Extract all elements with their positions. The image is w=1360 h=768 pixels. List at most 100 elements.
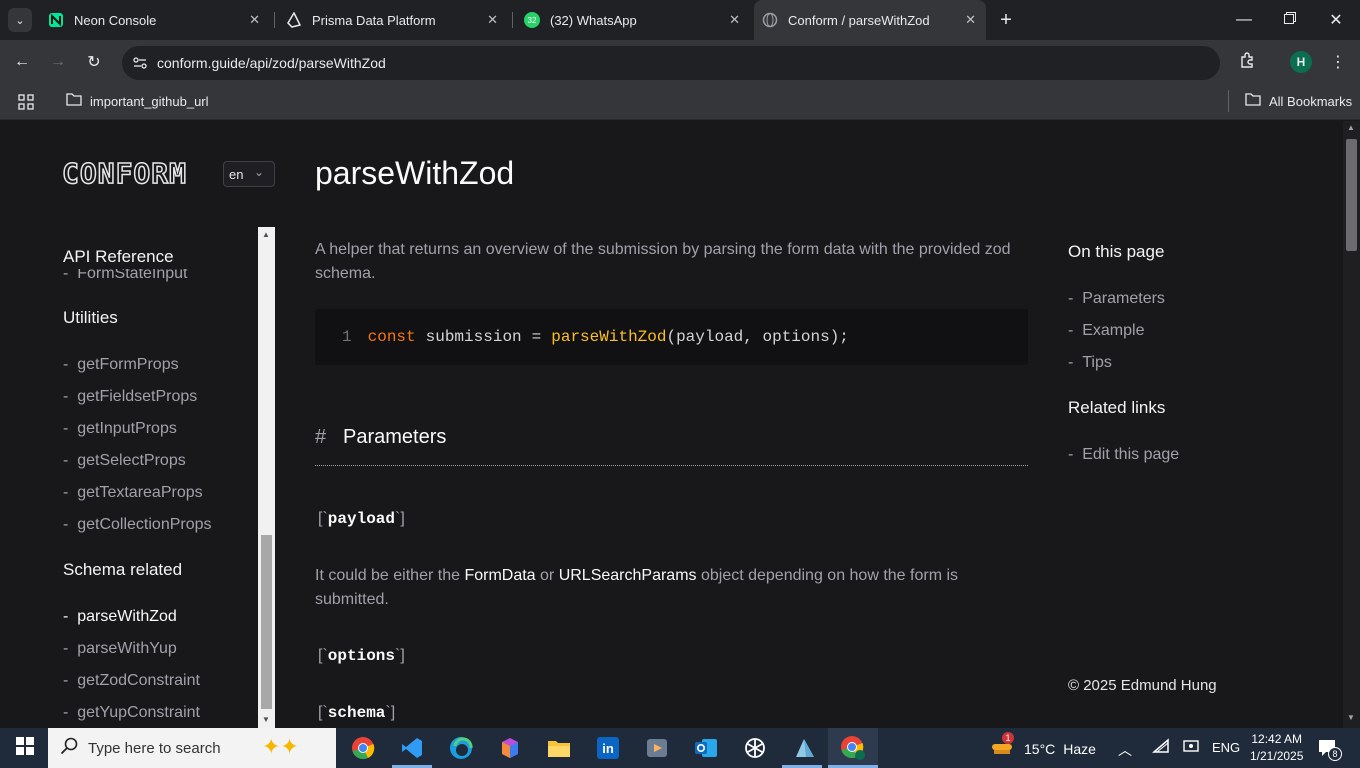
- restore-button[interactable]: [1276, 8, 1304, 32]
- sidebar-item-getfieldsetprops[interactable]: - getFieldsetProps: [63, 388, 197, 406]
- sidebar-item-getzodconstraint[interactable]: - getZodConstraint: [63, 672, 200, 690]
- tab-strip: ⌄ Neon Console ✕ Prisma Data Platform ✕ …: [0, 0, 1360, 40]
- display-icon[interactable]: [1183, 739, 1199, 760]
- linkedin-icon[interactable]: in: [588, 728, 628, 768]
- tab-neon-console[interactable]: Neon Console ✕: [40, 0, 270, 40]
- heading-anchor-link[interactable]: #: [315, 426, 326, 449]
- tab-whatsapp[interactable]: 32 (32) WhatsApp ✕: [516, 0, 750, 40]
- extensions-button[interactable]: [1234, 48, 1262, 76]
- sidebar-scrollbar[interactable]: ▲ ▼: [258, 227, 275, 728]
- param-schema: [`schema`]: [318, 704, 396, 722]
- plus-icon: +: [1000, 8, 1012, 31]
- neon-logo-icon: [48, 12, 64, 28]
- start-button[interactable]: [5, 728, 45, 768]
- arrow-left-icon: ←: [14, 53, 30, 70]
- page-content: CONFORM en ⌄ - FormStateInput API Refere…: [0, 121, 1343, 728]
- intro-paragraph: A helper that returns an overview of the…: [315, 241, 1011, 282]
- close-icon[interactable]: ✕: [965, 12, 976, 28]
- chatgpt-icon[interactable]: [735, 728, 775, 768]
- chrome-icon[interactable]: [343, 728, 383, 768]
- payload-description: It could be either the FormData or URLSe…: [315, 567, 959, 608]
- close-icon[interactable]: ✕: [249, 12, 260, 28]
- close-icon[interactable]: ✕: [729, 12, 740, 28]
- folder-icon: [66, 92, 82, 111]
- tray-overflow-chevron-icon[interactable]: ︿: [1118, 740, 1132, 760]
- new-tab-button[interactable]: +: [994, 8, 1018, 32]
- sidebar-item-getcollectionprops[interactable]: - getCollectionProps: [63, 516, 212, 534]
- site-info-icon[interactable]: [132, 55, 148, 76]
- scroll-up-arrow-icon[interactable]: ▲: [262, 230, 270, 239]
- input-language[interactable]: ENG: [1212, 740, 1240, 755]
- menu-button[interactable]: ⋮: [1326, 48, 1350, 76]
- clock[interactable]: 12:42 AM 1/21/2025: [1250, 731, 1303, 765]
- language-select[interactable]: en ⌄: [223, 161, 275, 187]
- app-icon[interactable]: [784, 728, 824, 768]
- chevron-down-icon: ⌄: [253, 165, 264, 179]
- sidebar-item-getselectprops[interactable]: - getSelectProps: [63, 452, 186, 470]
- weather-widget[interactable]: 1 15°C Haze: [990, 732, 1096, 764]
- whatsapp-icon: 32: [524, 12, 540, 28]
- prisma-logo-icon: [286, 12, 302, 28]
- reload-button[interactable]: ↻: [80, 48, 108, 76]
- sidebar-item-parsewithzod[interactable]: - parseWithZod: [63, 608, 177, 626]
- close-icon[interactable]: ✕: [487, 12, 498, 28]
- sidebar-heading-schema: Schema related: [63, 560, 183, 579]
- sidebar-scrollbar-thumb[interactable]: [261, 535, 272, 709]
- page-scrollbar-thumb[interactable]: [1346, 139, 1357, 251]
- formdata-link[interactable]: FormData: [464, 567, 535, 584]
- edit-this-page-link[interactable]: - Edit this page: [1068, 446, 1179, 464]
- toc-item-tips[interactable]: - Tips: [1068, 354, 1112, 372]
- bookmark-folder-important[interactable]: important_github_url: [66, 92, 209, 111]
- copilot-icon[interactable]: [490, 728, 530, 768]
- close-icon: ✕: [1329, 12, 1343, 29]
- apps-grid-icon[interactable]: [16, 92, 36, 112]
- tab-prisma[interactable]: Prisma Data Platform ✕: [278, 0, 508, 40]
- taskbar-search-box[interactable]: Type here to search ✦✦: [48, 728, 336, 768]
- sidebar-heading-utilities: Utilities: [63, 308, 118, 327]
- vscode-icon[interactable]: [392, 728, 432, 768]
- copyright: © 2025 Edmund Hung: [1068, 677, 1217, 694]
- back-button[interactable]: ←: [8, 48, 36, 76]
- weather-badge: 1: [1002, 732, 1014, 744]
- forward-button[interactable]: →: [44, 48, 72, 76]
- search-icon: [60, 737, 78, 760]
- address-bar[interactable]: conform.guide/api/zod/parseWithZod: [122, 46, 1220, 80]
- param-payload: [`payload`]: [318, 510, 405, 528]
- related-links-heading: Related links: [1068, 398, 1166, 417]
- svg-text:in: in: [602, 741, 614, 756]
- weather-icon: 1: [990, 732, 1014, 764]
- toc-item-parameters[interactable]: - Parameters: [1068, 290, 1165, 308]
- page-title: parseWithZod: [315, 155, 515, 191]
- media-player-icon[interactable]: [637, 728, 677, 768]
- sidebar-item-parsewithyup[interactable]: - parseWithYup: [63, 640, 177, 658]
- tab-search-button[interactable]: ⌄: [8, 8, 32, 32]
- file-explorer-icon[interactable]: [539, 728, 579, 768]
- edge-icon[interactable]: [441, 728, 481, 768]
- wifi-icon[interactable]: [1151, 738, 1170, 761]
- scroll-down-arrow-icon[interactable]: ▼: [262, 715, 270, 724]
- close-window-button[interactable]: ✕: [1322, 8, 1350, 32]
- toc-item-example[interactable]: - Example: [1068, 322, 1144, 340]
- parameters-heading: Parameters: [343, 426, 447, 448]
- bookmarks-bar: important_github_url All Bookmarks: [0, 84, 1360, 120]
- puzzle-icon: [1240, 51, 1256, 73]
- profile-avatar[interactable]: H: [1290, 51, 1312, 73]
- page-scrollbar[interactable]: ▲ ▼: [1343, 121, 1360, 728]
- sidebar-item-gettextareaprops[interactable]: - getTextareaProps: [63, 484, 203, 502]
- conform-logo[interactable]: CONFORM: [61, 156, 187, 191]
- notifications-button[interactable]: 8: [1318, 738, 1342, 763]
- urlsearchparams-link[interactable]: URLSearchParams: [559, 567, 697, 584]
- sidebar-item-getformprops[interactable]: - getFormProps: [63, 356, 179, 374]
- chevron-down-icon: ⌄: [15, 14, 25, 27]
- sidebar-item-getyupconstraint[interactable]: - getYupConstraint: [63, 704, 200, 722]
- scroll-down-arrow-icon[interactable]: ▼: [1347, 713, 1355, 722]
- all-bookmarks-button[interactable]: All Bookmarks: [1245, 92, 1352, 111]
- sidebar-item-getinputprops[interactable]: - getInputProps: [63, 420, 177, 438]
- minimize-button[interactable]: —: [1230, 8, 1258, 32]
- globe-icon: [762, 12, 778, 28]
- notification-count-badge: 8: [1328, 747, 1342, 761]
- outlook-icon[interactable]: [686, 728, 726, 768]
- tab-conform[interactable]: Conform / parseWithZod ✕: [754, 0, 986, 40]
- chrome-profile-icon[interactable]: [833, 728, 873, 768]
- scroll-up-arrow-icon[interactable]: ▲: [1347, 123, 1355, 132]
